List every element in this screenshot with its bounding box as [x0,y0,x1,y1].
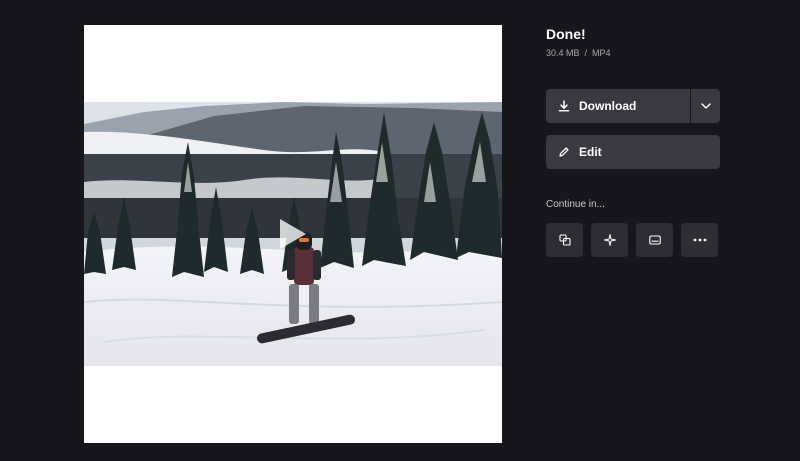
export-panel: Done! 30.4 MB / MP4 Download Edit Contin… [546,25,720,257]
play-icon [280,219,306,249]
download-button[interactable]: Download [546,89,690,123]
file-size: 30.4 MB [546,48,580,58]
sparkle-icon [603,234,616,246]
chevron-down-icon [700,103,711,109]
download-icon [558,100,570,112]
play-button[interactable] [273,214,313,254]
video-thumbnail[interactable] [84,102,502,366]
continue-tools [546,223,720,257]
edit-button[interactable]: Edit [546,135,720,169]
file-meta: 30.4 MB / MP4 [546,48,720,60]
more-tools-button[interactable] [681,223,718,257]
meta-separator: / [584,48,588,58]
enhance-tool-button[interactable] [591,223,628,257]
more-icon [693,238,706,242]
subtitles-icon [648,235,661,245]
resize-tool-button[interactable] [546,223,583,257]
subtitles-tool-button[interactable] [636,223,673,257]
download-group: Download [546,89,720,123]
download-options-button[interactable] [691,89,720,123]
download-label: Download [579,99,637,113]
pencil-icon [559,147,569,157]
video-preview-frame [84,25,502,443]
continue-in-label: Continue in... [546,199,605,210]
resize-icon [558,234,571,246]
file-format: MP4 [592,48,611,58]
edit-label: Edit [579,145,602,159]
status-title: Done! [546,26,586,42]
